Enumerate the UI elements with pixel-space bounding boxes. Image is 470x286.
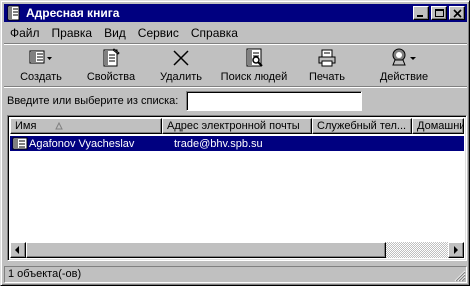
action-label: Действие bbox=[379, 71, 429, 83]
print-label: Печать bbox=[308, 71, 346, 83]
toolbar-separator bbox=[4, 86, 467, 88]
minimize-button[interactable] bbox=[413, 6, 429, 20]
column-header-name[interactable]: Имя bbox=[10, 118, 162, 134]
scroll-track[interactable] bbox=[26, 242, 448, 258]
list-header: Имя Адрес электронной почты Служебный те… bbox=[10, 118, 464, 134]
menu-file-label: Файл bbox=[10, 25, 40, 40]
table-row[interactable]: Agafonov Vyacheslav trade@bhv.spb.su bbox=[10, 136, 464, 151]
column-name-label: Имя bbox=[15, 120, 37, 132]
status-bar: 1 объекта(-ов) bbox=[4, 265, 467, 283]
maximize-icon bbox=[435, 9, 444, 17]
title-bar[interactable]: Адресная книга bbox=[4, 4, 467, 22]
contact-card-icon bbox=[12, 137, 28, 151]
status-text: 1 объекта(-ов) bbox=[4, 265, 467, 283]
action-button[interactable]: Действие bbox=[362, 45, 446, 85]
menu-edit-label: Правка bbox=[51, 25, 93, 40]
delete-label: Удалить bbox=[160, 71, 202, 83]
horizontal-scrollbar[interactable] bbox=[10, 242, 464, 258]
find-people-icon bbox=[242, 47, 266, 69]
window-title: Адресная книга bbox=[26, 6, 120, 20]
column-header-work-phone[interactable]: Служебный тел... bbox=[312, 118, 412, 134]
menu-file[interactable]: Файл bbox=[4, 24, 46, 42]
resize-grip-icon[interactable] bbox=[454, 270, 466, 282]
scroll-thumb[interactable] bbox=[26, 242, 386, 258]
properties-icon bbox=[100, 47, 122, 69]
menu-help-label: Справка bbox=[190, 25, 238, 40]
menu-edit[interactable]: Правка bbox=[46, 24, 99, 42]
column-work-phone-label: Служебный тел... bbox=[317, 120, 407, 132]
close-button[interactable] bbox=[449, 6, 465, 20]
sort-ascending-icon bbox=[55, 121, 63, 133]
close-icon bbox=[453, 9, 462, 18]
contacts-list[interactable]: Имя Адрес электронной почты Служебный те… bbox=[7, 115, 467, 261]
delete-button[interactable]: Удалить bbox=[146, 45, 216, 85]
menu-view-label: Вид bbox=[104, 25, 126, 40]
menu-view[interactable]: Вид bbox=[98, 24, 132, 42]
create-label: Создать bbox=[20, 71, 62, 83]
new-contact-icon bbox=[28, 47, 54, 69]
column-header-email[interactable]: Адрес электронной почты bbox=[162, 118, 312, 134]
action-icon bbox=[389, 47, 419, 69]
address-book-icon bbox=[6, 5, 22, 21]
properties-label: Свойства bbox=[86, 71, 136, 83]
find-people-button[interactable]: Поиск людей bbox=[216, 45, 292, 85]
column-header-home-phone[interactable]: Домашни bbox=[412, 118, 464, 134]
menu-tools-label: Сервис bbox=[137, 25, 179, 40]
toolbar: Создать Свойства Удалить Поиск людей Печ… bbox=[6, 45, 466, 85]
column-home-phone-label: Домашни bbox=[417, 120, 464, 132]
arrow-right-icon bbox=[454, 246, 458, 254]
create-button[interactable]: Создать bbox=[6, 45, 76, 85]
contact-name: Agafonov Vyacheslav bbox=[29, 137, 135, 150]
scroll-right-button[interactable] bbox=[448, 242, 464, 258]
menu-help[interactable]: Справка bbox=[185, 24, 244, 42]
print-button[interactable]: Печать bbox=[292, 45, 362, 85]
menu-tools[interactable]: Сервис bbox=[132, 24, 185, 42]
arrow-left-icon bbox=[15, 246, 19, 254]
search-label: Введите или выберите из списка: bbox=[7, 95, 179, 107]
find-people-label: Поиск людей bbox=[220, 71, 288, 83]
address-book-window: Адресная книга Файл Правка Вид Сервис Сп… bbox=[0, 0, 470, 286]
search-input[interactable] bbox=[186, 91, 363, 111]
column-email-label: Адрес электронной почты bbox=[167, 120, 300, 132]
printer-icon bbox=[316, 47, 338, 69]
minimize-icon bbox=[417, 15, 423, 17]
contact-email: trade@bhv.spb.su bbox=[174, 137, 263, 150]
delete-icon bbox=[171, 47, 191, 69]
search-row: Введите или выберите из списка: bbox=[7, 89, 467, 113]
properties-button[interactable]: Свойства bbox=[76, 45, 146, 85]
maximize-button[interactable] bbox=[431, 6, 447, 20]
scroll-left-button[interactable] bbox=[10, 242, 26, 258]
menu-bar: Файл Правка Вид Сервис Справка bbox=[4, 23, 467, 42]
